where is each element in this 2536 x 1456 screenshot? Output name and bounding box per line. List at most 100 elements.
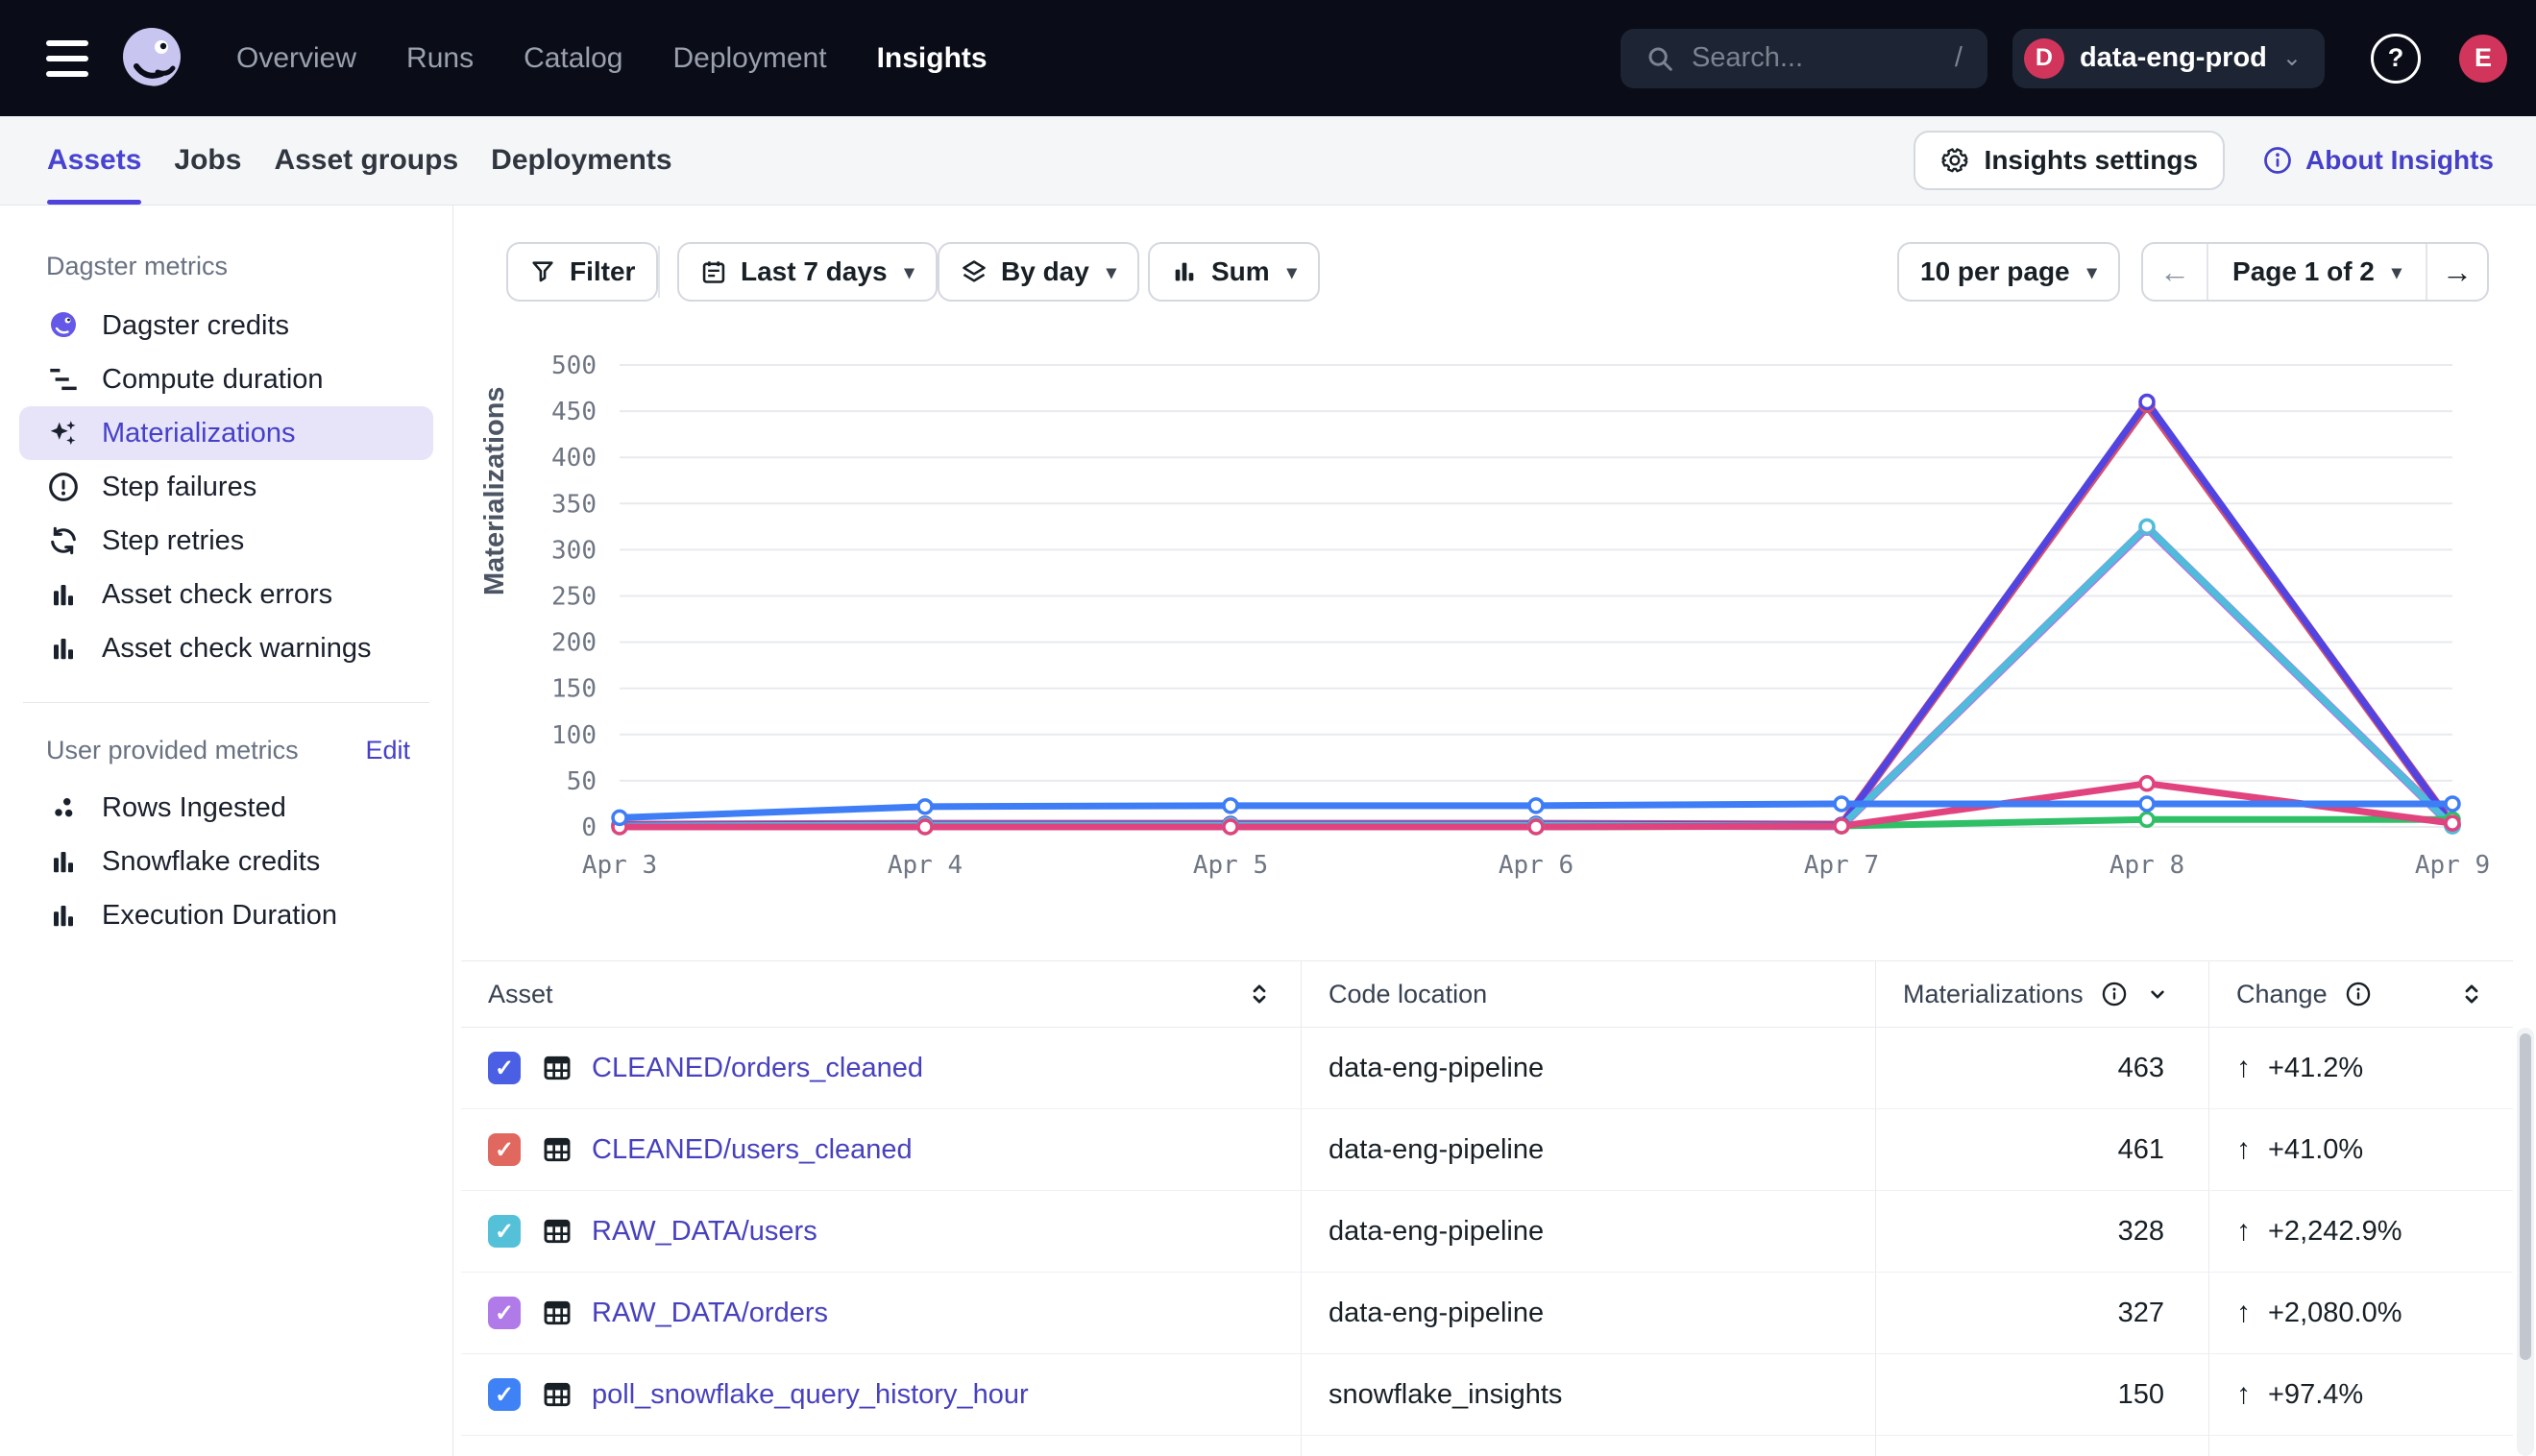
sidebar-item-label: Dagster credits (102, 310, 289, 342)
question-icon: ? (2388, 43, 2404, 73)
sidebar-item-label: Compute duration (102, 364, 324, 396)
filter-label: Filter (570, 256, 635, 287)
nav-catalog[interactable]: Catalog (524, 42, 622, 75)
sidebar-item-rows-ingested[interactable]: Rows Ingested (19, 781, 433, 835)
asset-cell: ✓ RAW_DATA/users (461, 1191, 1302, 1272)
tab-jobs[interactable]: Jobs (174, 116, 241, 205)
table-icon (542, 1134, 573, 1165)
tab-deployments[interactable]: Deployments (491, 116, 671, 205)
chart-toolbar: Filter Last 7 days ▾ By day (454, 242, 2536, 303)
column-header-asset[interactable]: Asset (461, 961, 1302, 1027)
sidebar-item-execution-duration[interactable]: Execution Duration (19, 888, 433, 942)
column-header-materializations[interactable]: Materializations (1876, 961, 2209, 1027)
sidebar-item-asset-check-warnings[interactable]: Asset check warnings (19, 621, 433, 675)
previous-page-button[interactable]: ← (2143, 244, 2207, 300)
tab-assets[interactable]: Assets (47, 116, 141, 205)
table-scrollbar (2517, 1028, 2534, 1456)
date-range-button[interactable]: Last 7 days ▾ (677, 242, 938, 302)
code-location-cell (1302, 1436, 1876, 1456)
sidebar-item-asset-check-errors[interactable]: Asset check errors (19, 568, 433, 621)
edit-metrics-link[interactable]: Edit (365, 736, 410, 765)
trend-up-icon: ↑ (2236, 1297, 2251, 1329)
aggregation-button[interactable]: Sum ▾ (1148, 242, 1320, 302)
chevron-down-icon: ⌄ (2282, 44, 2302, 72)
change-cell: ↑ +41.0% (2209, 1109, 2513, 1190)
asset-link[interactable]: poll_snowflake_query_history_hour (592, 1379, 1029, 1411)
user-avatar[interactable]: E (2459, 35, 2507, 83)
code-location-cell: data-eng-pipeline (1302, 1109, 1876, 1190)
insights-settings-label: Insights settings (1985, 145, 2198, 176)
asset-link[interactable]: CLEANED/orders_cleaned (592, 1053, 923, 1084)
hamburger-menu-icon[interactable] (46, 40, 88, 77)
help-button[interactable]: ? (2371, 34, 2421, 84)
series-checkbox[interactable]: ✓ (488, 1052, 521, 1084)
search-shortcut-hint: / (1955, 42, 1963, 74)
asset-link[interactable]: RAW_DATA/users (592, 1216, 817, 1248)
series-checkbox[interactable]: ✓ (488, 1133, 521, 1166)
granularity-label: By day (1001, 256, 1089, 287)
retry-icon (46, 523, 81, 558)
series-checkbox[interactable]: ✓ (488, 1297, 521, 1329)
nav-overview[interactable]: Overview (236, 42, 356, 75)
chevron-down-icon: ▾ (2392, 260, 2402, 284)
per-page-label: 10 per page (1920, 256, 2070, 287)
sidebar-item-step-failures[interactable]: Step failures (19, 460, 433, 514)
materializations-cell: 461 (1876, 1109, 2209, 1190)
tab-asset-groups[interactable]: Asset groups (274, 116, 458, 205)
svg-text:Apr 7: Apr 7 (1804, 851, 1879, 880)
svg-text:50: 50 (567, 767, 597, 796)
nav-insights[interactable]: Insights (877, 42, 988, 75)
asset-link[interactable]: CLEANED/users_cleaned (592, 1134, 913, 1166)
chevron-down-icon (2145, 982, 2170, 1007)
table-row: ✓ poll_snowflake_query_history_hour snow… (461, 1354, 2513, 1436)
column-header-code-location[interactable]: Code location (1302, 961, 1876, 1027)
chevron-down-icon: ▾ (2087, 260, 2097, 284)
insights-settings-button[interactable]: Insights settings (1914, 131, 2225, 190)
svg-text:500: 500 (551, 352, 597, 380)
arrow-right-icon: → (2442, 255, 2473, 290)
materializations-cell: 327 (1876, 1273, 2209, 1353)
svg-text:Apr 3: Apr 3 (582, 851, 657, 880)
info-icon (2345, 981, 2372, 1007)
next-page-button[interactable]: → (2426, 244, 2487, 300)
y-axis-title: Materializations (479, 386, 511, 595)
about-insights-link[interactable]: About Insights (2263, 145, 2494, 176)
deployment-switcher[interactable]: D data-eng-prod ⌄ (2012, 29, 2325, 88)
search-input[interactable]: Search... / (1621, 29, 1987, 88)
sidebar-item-materializations[interactable]: Materializations (19, 406, 433, 460)
series-checkbox[interactable]: ✓ (488, 1378, 521, 1411)
sidebar-item-step-retries[interactable]: Step retries (19, 514, 433, 568)
bar-chart-icon (46, 631, 81, 666)
sidebar-item-label: Rows Ingested (102, 792, 286, 824)
sidebar-item-label: Snowflake credits (102, 846, 320, 878)
sidebar-item-snowflake-credits[interactable]: Snowflake credits (19, 835, 433, 888)
insights-subnav: Assets Jobs Asset groups Deployments Ins… (0, 116, 2536, 206)
deployment-badge: D (2024, 38, 2064, 79)
search-icon (1646, 44, 1674, 73)
sidebar-item-label: Execution Duration (102, 900, 337, 932)
bar-chart-icon (46, 898, 81, 933)
code-location-cell: data-eng-pipeline (1302, 1028, 1876, 1108)
page-selector[interactable]: Page 1 of 2 ▾ (2207, 244, 2426, 300)
chevron-down-icon: ▾ (1287, 260, 1297, 284)
aggregation-label: Sum (1211, 256, 1270, 287)
asset-link[interactable]: RAW_DATA/orders (592, 1298, 828, 1329)
materializations-chart: Materializations 05010015020025030035040… (454, 350, 2536, 935)
alert-circle-icon (46, 470, 81, 504)
nav-deployment[interactable]: Deployment (672, 42, 826, 75)
sidebar-item-label: Asset check errors (102, 579, 332, 611)
svg-text:100: 100 (551, 721, 597, 750)
gear-icon (1940, 146, 1969, 175)
sidebar-item-compute-duration[interactable]: Compute duration (19, 352, 433, 406)
series-checkbox[interactable]: ✓ (488, 1215, 521, 1248)
change-cell: ↑ +2,080.0% (2209, 1273, 2513, 1353)
sidebar-item-dagster-credits[interactable]: Dagster credits (19, 299, 433, 352)
dagster-logo-icon[interactable] (115, 22, 188, 95)
scrollbar-thumb[interactable] (2520, 1033, 2531, 1360)
column-header-change[interactable]: Change (2209, 961, 2513, 1027)
filter-button[interactable]: Filter (506, 242, 658, 302)
dots-icon (46, 790, 81, 825)
granularity-button[interactable]: By day ▾ (938, 242, 1139, 302)
nav-runs[interactable]: Runs (406, 42, 474, 75)
per-page-button[interactable]: 10 per page ▾ (1897, 242, 2120, 302)
